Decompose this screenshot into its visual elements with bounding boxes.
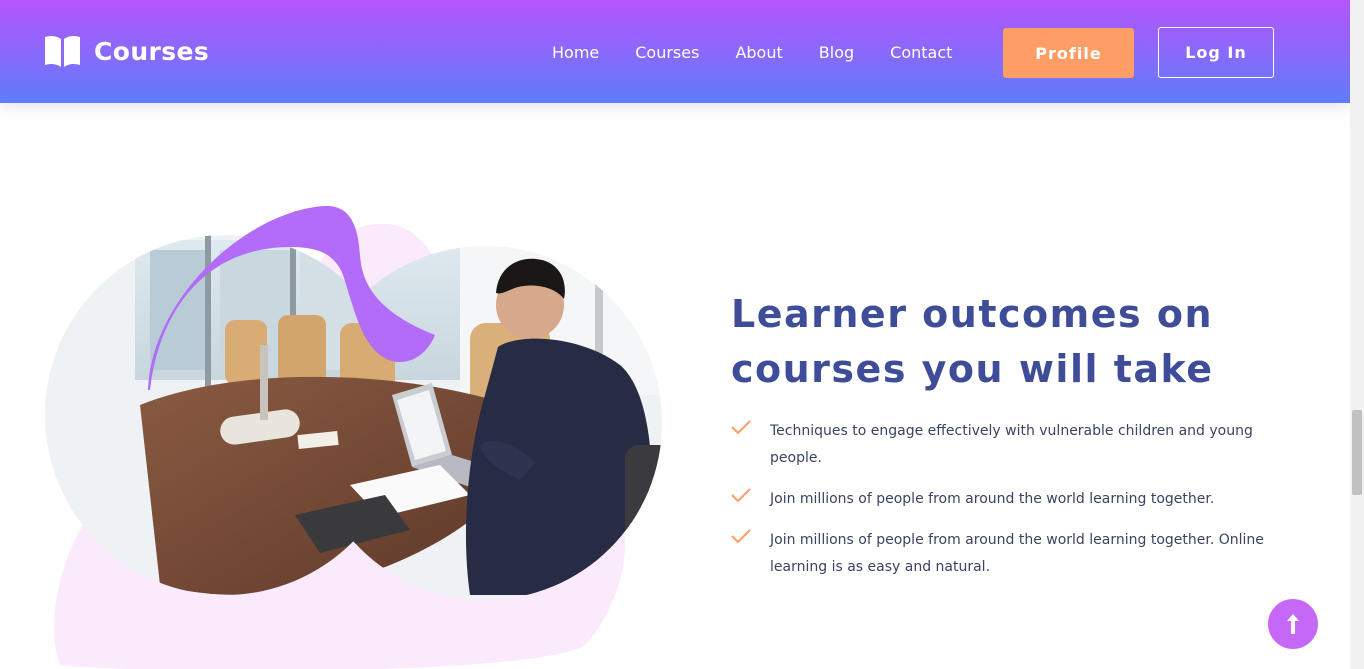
login-button[interactable]: Log In: [1158, 27, 1274, 78]
nav-contact-link[interactable]: Contact: [890, 43, 952, 62]
scrollbar-thumb[interactable]: [1352, 410, 1362, 495]
checkmark-icon: [731, 420, 751, 435]
heading-line-2: courses you will take: [731, 347, 1214, 391]
heading-line-1: Learner outcomes on: [731, 292, 1213, 336]
list-item-text: Join millions of people from around the …: [770, 532, 1264, 575]
checkmark-icon: [731, 529, 751, 544]
profile-button[interactable]: Profile: [1003, 28, 1134, 78]
page: Courses Home Courses About Blog Contact …: [0, 0, 1364, 669]
scroll-to-top-button[interactable]: [1268, 599, 1318, 649]
arrow-up-icon: [1287, 614, 1299, 634]
list-item: Join millions of people from around the …: [731, 527, 1271, 581]
main-nav: Home Courses About Blog Contact: [552, 41, 988, 63]
hero-illustration: [45, 205, 662, 669]
list-item-text: Techniques to engage effectively with vu…: [770, 423, 1253, 466]
list-item: Join millions of people from around the …: [731, 486, 1271, 513]
checkmark-icon: [731, 488, 751, 503]
list-item: Techniques to engage effectively with vu…: [731, 418, 1271, 472]
section-heading: Learner outcomes on courses you will tak…: [731, 287, 1251, 397]
list-item-text: Join millions of people from around the …: [770, 491, 1215, 507]
nav-about-link[interactable]: About: [735, 43, 782, 62]
nav-home-link[interactable]: Home: [552, 43, 599, 62]
site-header: Courses Home Courses About Blog Contact …: [0, 0, 1350, 103]
nav-blog-link[interactable]: Blog: [819, 43, 854, 62]
brand-name: Courses: [94, 36, 210, 66]
brand-logo[interactable]: Courses: [44, 34, 209, 68]
outcomes-list: Techniques to engage effectively with vu…: [731, 418, 1271, 595]
open-book-icon: [45, 35, 80, 67]
nav-courses-link[interactable]: Courses: [635, 43, 699, 62]
page-scrollbar[interactable]: [1350, 0, 1364, 669]
